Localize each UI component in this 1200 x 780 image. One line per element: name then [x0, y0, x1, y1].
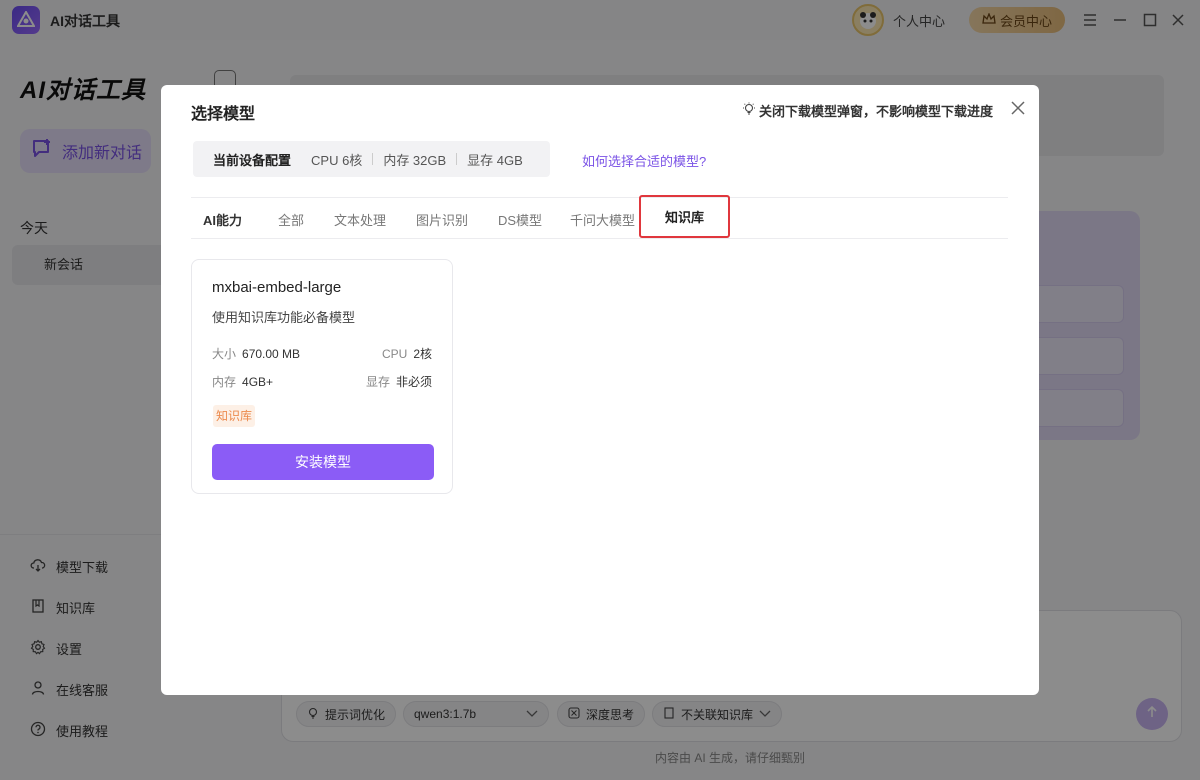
- device-cpu: CPU 6核: [311, 152, 363, 168]
- how-to-choose-link[interactable]: 如何选择合适的模型?: [582, 151, 706, 170]
- divider: [372, 153, 374, 165]
- model-vram: 显存 非必须: [365, 375, 432, 389]
- tab-knowledge-base[interactable]: 知识库: [639, 195, 730, 238]
- model-description: 使用知识库功能必备模型: [212, 310, 356, 325]
- close-dialog-icon[interactable]: [1009, 99, 1027, 117]
- model-memory: 内存 4GB+: [212, 375, 274, 389]
- device-config-label: 当前设备配置: [213, 152, 292, 168]
- select-model-dialog: 选择模型 关闭下载模型弹窗，不影响模型下载进度 当前设备配置 CPU 6核 内存…: [161, 85, 1039, 695]
- close-download-popup-link[interactable]: 关闭下载模型弹窗，不影响模型下载进度: [742, 101, 993, 120]
- model-size: 大小 670.00 MB: [212, 347, 301, 361]
- device-memory: 内存 32GB: [383, 152, 447, 168]
- tab-all[interactable]: 全部: [278, 210, 304, 229]
- install-model-button[interactable]: 安装模型: [212, 444, 434, 480]
- tab-image-recognition[interactable]: 图片识别: [416, 210, 468, 229]
- model-name: mxbai-embed-large: [212, 279, 342, 296]
- tab-text-processing[interactable]: 文本处理: [334, 210, 386, 229]
- model-cpu: CPU 2核: [381, 347, 432, 361]
- model-category-tabs: AI能力 全部 文本处理 图片识别 DS模型 千问大模型: [191, 197, 1008, 239]
- close-download-popup-label: 关闭下载模型弹窗，不影响模型下载进度: [758, 104, 993, 119]
- tab-ds-model[interactable]: DS模型: [498, 210, 542, 229]
- bulb-icon: [742, 102, 756, 119]
- tab-qwen-model[interactable]: 千问大模型: [570, 210, 635, 229]
- device-vram: 显存 4GB: [467, 152, 523, 168]
- divider: [456, 153, 458, 165]
- dialog-title: 选择模型: [191, 106, 256, 123]
- tab-group-label: AI能力: [203, 213, 243, 228]
- model-tag: 知识库: [213, 405, 256, 427]
- device-config: 当前设备配置 CPU 6核 内存 32GB 显存 4GB: [193, 141, 550, 177]
- model-card: mxbai-embed-large 使用知识库功能必备模型 大小 670.00 M…: [191, 259, 453, 494]
